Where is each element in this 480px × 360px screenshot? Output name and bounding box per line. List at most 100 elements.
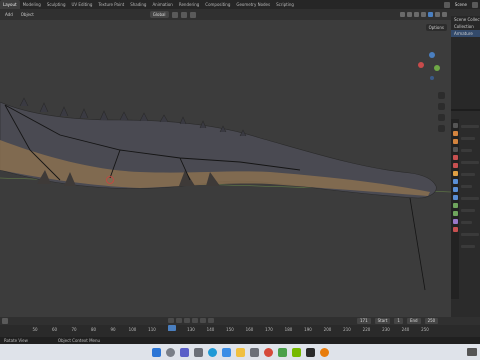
shading-controls (400, 12, 451, 17)
current-frame-field[interactable]: 171 (357, 318, 371, 324)
task-view-icon[interactable] (179, 347, 189, 357)
blender-icon[interactable] (319, 347, 329, 357)
start-icon[interactable] (151, 347, 161, 357)
view-layer-icon[interactable] (472, 1, 478, 8)
frame-tick-label: 250 (421, 327, 429, 332)
properties-tabs (451, 119, 459, 299)
transform-controls: Global (149, 11, 196, 18)
property-field[interactable] (461, 197, 479, 200)
widgets-icon[interactable] (193, 347, 203, 357)
visibility-icon[interactable] (400, 12, 405, 17)
play-reverse-icon[interactable] (184, 318, 190, 323)
scene-icon[interactable] (443, 1, 450, 8)
chrome-icon[interactable] (263, 347, 273, 357)
tool-tab-icon[interactable] (452, 123, 458, 128)
property-field[interactable] (461, 173, 476, 176)
tab-shading[interactable]: Shading (127, 0, 149, 9)
tab-animation[interactable]: Animation (149, 0, 175, 9)
prev-keyframe-icon[interactable] (176, 318, 182, 323)
property-field[interactable] (461, 245, 476, 248)
tab-texture-paint[interactable]: Texture Paint (95, 0, 127, 9)
snap-icon[interactable] (180, 11, 187, 18)
rendered-shading-icon[interactable] (442, 12, 447, 17)
world-tab-icon[interactable] (452, 163, 458, 168)
property-field[interactable] (461, 161, 479, 164)
gizmo-icon[interactable] (407, 12, 412, 17)
solid-shading-icon[interactable] (428, 12, 433, 17)
end-frame-field[interactable]: 250 (424, 318, 439, 324)
wireframe-shading-icon[interactable] (421, 12, 426, 17)
tab-uv-editing[interactable]: UV Editing (69, 0, 96, 9)
options-dropdown[interactable]: Options (425, 24, 447, 31)
viewport-header: Add Object Global (0, 9, 451, 20)
jump-end-icon[interactable] (208, 318, 214, 323)
app-icon[interactable] (277, 347, 287, 357)
scene-tab-icon[interactable] (452, 155, 458, 160)
status-bar: Rotate View Object Context Menu (0, 337, 480, 344)
material-shading-icon[interactable] (435, 12, 440, 17)
frame-tick-label: 90 (110, 327, 116, 332)
property-field[interactable] (461, 185, 472, 188)
tab-layout[interactable]: Layout (0, 0, 20, 9)
tab-sculpting[interactable]: Sculpting (44, 0, 69, 9)
next-keyframe-icon[interactable] (200, 318, 206, 323)
tab-geometry-nodes[interactable]: Geometry Nodes (233, 0, 273, 9)
property-field[interactable] (461, 149, 472, 152)
constraints-tab-icon[interactable] (452, 203, 458, 208)
playback-controls (168, 318, 214, 323)
property-field[interactable] (461, 125, 479, 128)
object-menu[interactable]: Object (19, 12, 36, 17)
nav-buttons (438, 92, 445, 132)
timeline-ruler[interactable]: 5060708090100110120130140150160170180190… (0, 325, 480, 337)
object-tab-icon[interactable] (452, 171, 458, 176)
3d-viewport[interactable]: Options (0, 20, 451, 317)
playhead[interactable] (167, 325, 176, 331)
data-tab-icon[interactable] (452, 211, 458, 216)
tab-rendering[interactable]: Rendering (176, 0, 202, 9)
physics-tab-icon[interactable] (452, 195, 458, 200)
edge-icon[interactable] (207, 347, 217, 357)
app-icon[interactable] (249, 347, 259, 357)
overlay-icon[interactable] (414, 12, 419, 17)
tab-modeling[interactable]: Modeling (20, 0, 44, 9)
frame-tick-label: 190 (304, 327, 312, 332)
property-field[interactable] (461, 233, 479, 236)
scene-selector[interactable]: Scene (452, 2, 470, 7)
start-frame-field[interactable]: 1 (394, 318, 403, 324)
blender-window: Layout Modeling Sculpting UV Editing Tex… (0, 0, 480, 360)
app-icon[interactable] (305, 347, 315, 357)
texture-tab-icon[interactable] (452, 227, 458, 232)
play-icon[interactable] (192, 318, 198, 323)
proportional-edit-icon[interactable] (189, 11, 196, 18)
timeline: 171 Start 1 End 250 50607080901001101201… (0, 317, 480, 337)
add-menu[interactable]: Add (3, 12, 15, 17)
file-explorer-icon[interactable] (235, 347, 245, 357)
property-field[interactable] (461, 137, 476, 140)
pivot-icon[interactable] (171, 11, 178, 18)
nvidia-icon[interactable] (291, 347, 301, 357)
playback-menu-icon[interactable] (2, 318, 8, 324)
bone-tab-icon[interactable] (452, 219, 458, 224)
render-tab-icon[interactable] (452, 131, 458, 136)
tab-compositing[interactable]: Compositing (202, 0, 233, 9)
search-icon[interactable] (165, 347, 175, 357)
modifier-tab-icon[interactable] (452, 179, 458, 184)
tab-scripting[interactable]: Scripting (273, 0, 297, 9)
top-right-controls: Scene (443, 1, 480, 8)
view-layer-tab-icon[interactable] (452, 147, 458, 152)
outliner-item-scene-collection[interactable]: Scene Collection (451, 16, 480, 23)
output-tab-icon[interactable] (452, 139, 458, 144)
particles-tab-icon[interactable] (452, 187, 458, 192)
properties-editor (451, 111, 480, 317)
system-tray-icon[interactable] (467, 348, 477, 356)
jump-start-icon[interactable] (168, 318, 174, 323)
property-field[interactable] (461, 221, 472, 224)
transform-orientation-dropdown[interactable]: Global (149, 11, 169, 18)
property-field[interactable] (461, 209, 476, 212)
crocodile-model (0, 97, 437, 291)
store-icon[interactable] (221, 347, 231, 357)
outliner-item-collection[interactable]: Collection (451, 23, 480, 30)
properties-fields (461, 125, 479, 248)
frame-tick-label: 110 (148, 327, 156, 332)
outliner-item-armature[interactable]: Armature (451, 30, 480, 37)
